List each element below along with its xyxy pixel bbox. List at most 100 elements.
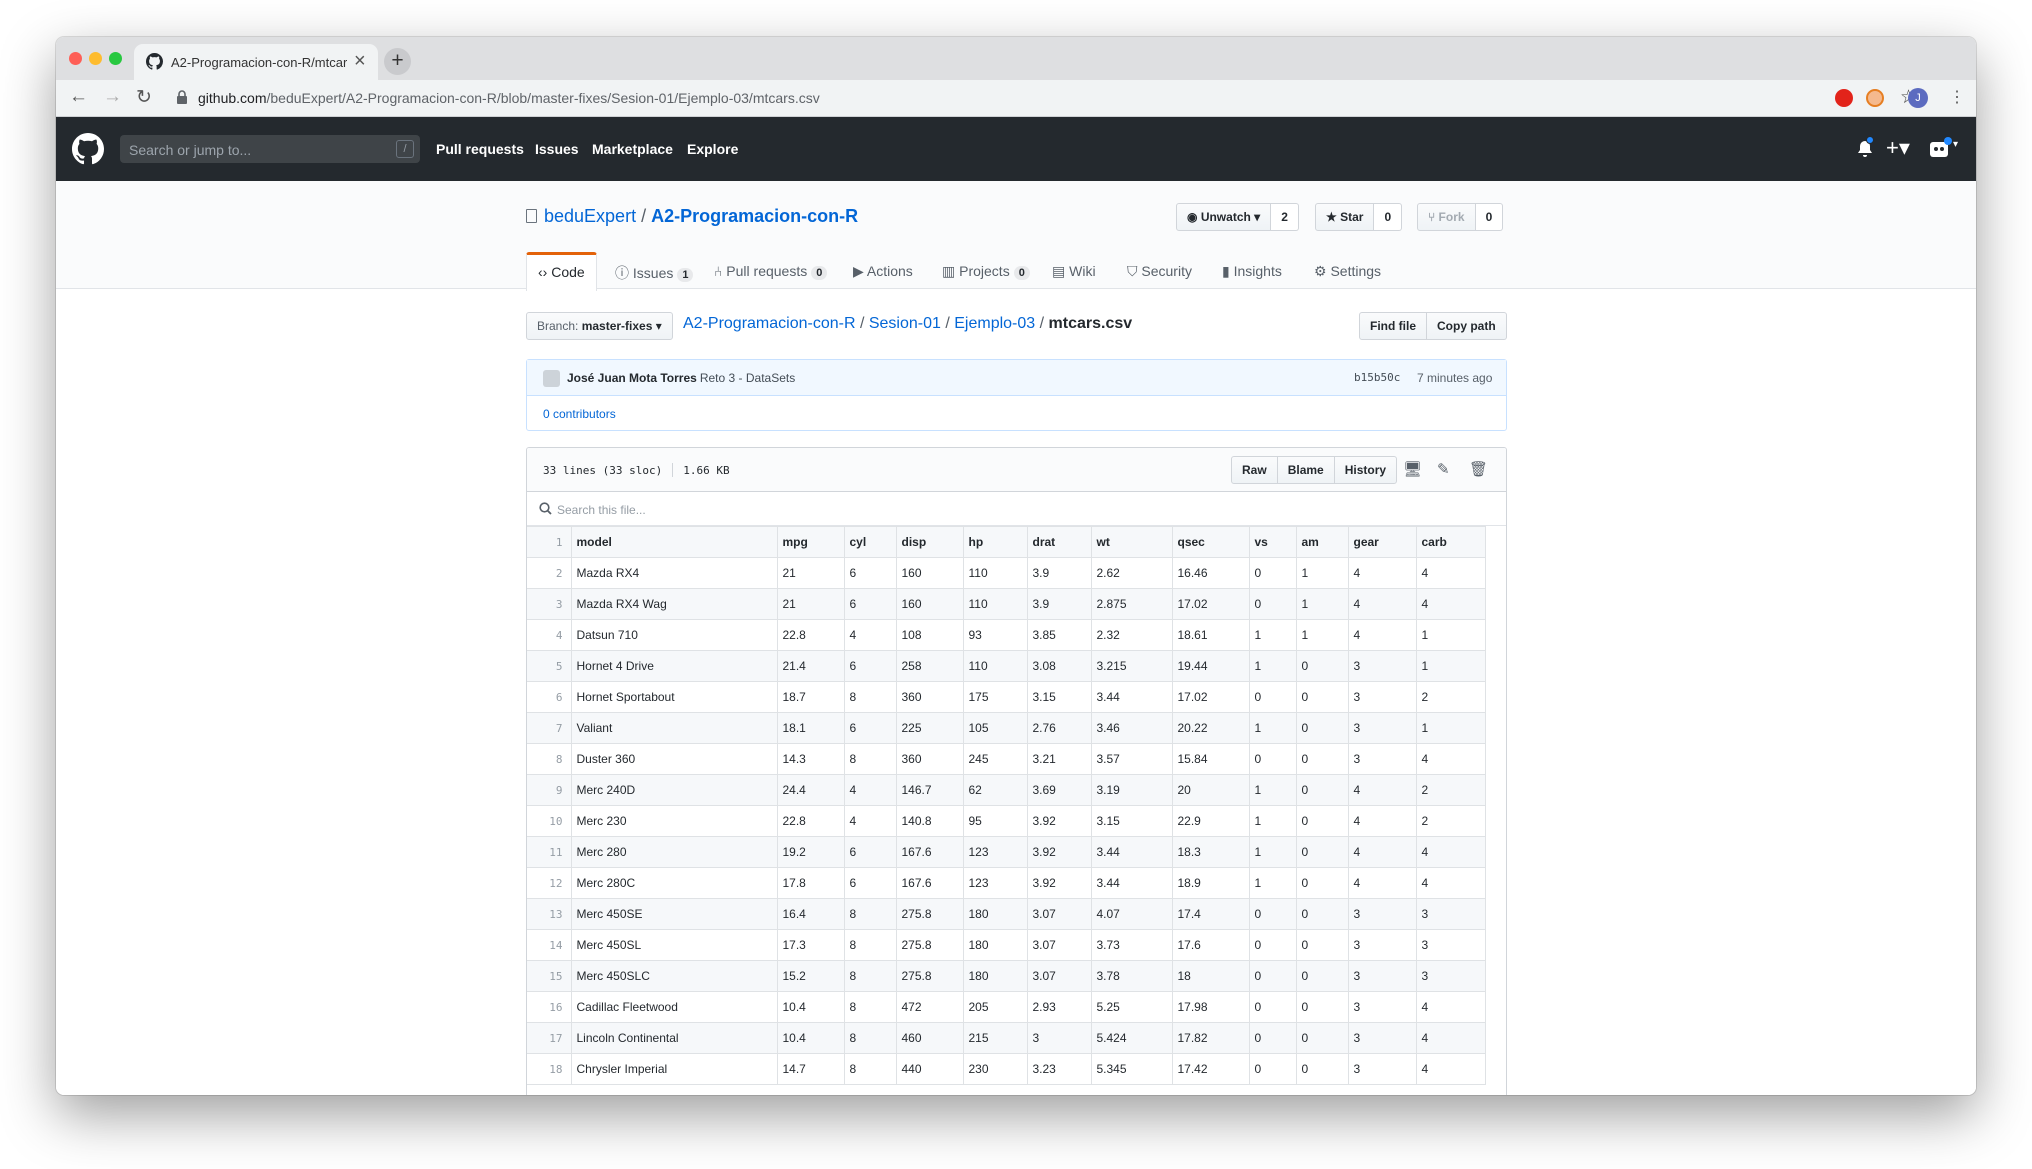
nav-explore[interactable]: Explore (687, 141, 738, 157)
table-cell: 1 (1248, 619, 1297, 651)
tab-wiki[interactable]: ▤ Wiki (1052, 252, 1096, 289)
fork-button[interactable]: ⑂ Fork (1417, 203, 1476, 231)
table-row: 7 Valiant 18.1 6 225 105 2.76 3.46 20.22 1 0 3 1 (527, 712, 1486, 744)
table-cell: 14.7 (776, 1053, 845, 1085)
table-cell: 110 (962, 588, 1028, 620)
line-number[interactable]: 10 (527, 805, 572, 837)
line-number[interactable]: 12 (527, 867, 572, 899)
repo-name-link[interactable]: A2-Programacion-con-R (651, 206, 858, 226)
copy-path-button[interactable]: Copy path (1427, 312, 1507, 340)
table-cell: 95 (962, 805, 1028, 837)
table-cell: 4 (1415, 991, 1486, 1023)
forward-arrow-icon[interactable]: → (103, 86, 122, 108)
column-header: hp (962, 526, 1028, 558)
line-number[interactable]: 4 (527, 619, 572, 651)
commit-tease: José Juan Mota Torres Reto 3 - DataSets b… (526, 359, 1507, 431)
tab-issues[interactable]: ⓘ Issues 1 (615, 252, 694, 289)
branch-selector[interactable]: Branch: master-fixes ▾ (526, 312, 673, 340)
table-cell: 0 (1295, 867, 1349, 899)
line-number[interactable]: 6 (527, 681, 572, 713)
tab-projects[interactable]: ▥ Projects 0 (942, 252, 1030, 289)
nav-pull-requests[interactable]: Pull requests (436, 141, 524, 157)
line-number[interactable]: 14 (527, 929, 572, 961)
commit-author[interactable]: José Juan Mota Torres (567, 371, 697, 385)
tab-pull-requests[interactable]: ⑃ Pull requests 0 (714, 252, 828, 289)
profile-avatar[interactable]: J (1908, 88, 1928, 108)
tab-code[interactable]: ‹› Code (526, 252, 597, 291)
line-number[interactable]: 8 (527, 743, 572, 775)
table-cell: 4 (843, 805, 897, 837)
line-number[interactable]: 9 (527, 774, 572, 806)
line-number[interactable]: 3 (527, 588, 572, 620)
plus-dropdown-icon[interactable]: +▾ (1886, 135, 1910, 161)
history-button[interactable]: History (1333, 456, 1398, 484)
browser-menu-icon[interactable]: ⋮ (1949, 87, 1965, 107)
new-tab-button[interactable]: + (384, 48, 411, 75)
file-nav-row: Branch: master-fixes ▾ A2-Programacion-c… (526, 312, 1507, 342)
close-window-button[interactable] (69, 52, 82, 65)
line-number[interactable]: 17 (527, 1022, 572, 1054)
minimize-window-button[interactable] (89, 52, 102, 65)
tab-security-label: Security (1141, 263, 1192, 279)
global-search-input[interactable]: Search or jump to... / (120, 135, 420, 163)
table-cell: 2.875 (1090, 588, 1173, 620)
commit-sha[interactable]: b15b50c (1354, 371, 1400, 384)
avatar-caret-icon[interactable]: ▾ (1953, 139, 1958, 150)
maximize-window-button[interactable] (109, 52, 122, 65)
table-cell: 0 (1295, 712, 1349, 744)
watch-button[interactable]: ◉ Unwatch ▾ (1176, 203, 1272, 231)
blame-button[interactable]: Blame (1276, 456, 1335, 484)
table-cell: 18.7 (776, 681, 845, 713)
reload-icon[interactable]: ↻ (136, 86, 152, 109)
star-count[interactable]: 0 (1374, 203, 1403, 231)
raw-button[interactable]: Raw (1231, 456, 1278, 484)
line-number[interactable]: 2 (527, 557, 572, 589)
nav-marketplace[interactable]: Marketplace (592, 141, 673, 157)
pencil-icon[interactable]: ✎ (1437, 460, 1450, 478)
contributors-link[interactable]: 0 contributors (543, 407, 616, 421)
line-number[interactable]: 16 (527, 991, 572, 1023)
line-number[interactable]: 11 (527, 836, 572, 868)
breadcrumb-ejemplo[interactable]: Ejemplo-03 (954, 315, 1035, 332)
github-header: Search or jump to... / Pull requests Iss… (56, 117, 1976, 181)
line-number[interactable]: 1 (527, 526, 572, 558)
table-cell: Merc 230 (570, 805, 778, 837)
line-number[interactable]: 18 (527, 1053, 572, 1085)
tab-security[interactable]: ⛉ Security (1127, 252, 1192, 289)
breadcrumb-sesion[interactable]: Sesion-01 (869, 315, 941, 332)
watch-count[interactable]: 2 (1271, 203, 1299, 231)
desktop-icon[interactable]: 🖥 (1403, 460, 1422, 478)
address-bar[interactable]: github.com/beduExpert/A2-Programacion-co… (168, 83, 1930, 113)
tab-insights[interactable]: ▮ Insights (1222, 252, 1282, 289)
breadcrumb-repo[interactable]: A2-Programacion-con-R (683, 315, 856, 332)
line-number[interactable]: 13 (527, 898, 572, 930)
trash-icon[interactable]: 🗑 (1469, 460, 1488, 478)
back-arrow-icon[interactable]: ← (69, 86, 88, 108)
author-avatar[interactable] (543, 370, 560, 387)
github-mark-icon[interactable] (72, 133, 104, 165)
tab-settings[interactable]: ⚙ Settings (1314, 252, 1381, 289)
file-search-input[interactable]: Search this file... (527, 492, 1506, 526)
shield-icon: ⛉ (1127, 263, 1142, 279)
browser-tab[interactable]: A2-Programacion-con-R/mtcars × (134, 44, 378, 80)
issue-icon: ⓘ (615, 265, 633, 281)
commit-message[interactable]: Reto 3 - DataSets (700, 371, 795, 385)
tab-actions[interactable]: ▶ Actions (853, 252, 913, 289)
commit-summary: José Juan Mota Torres Reto 3 - DataSets b… (527, 360, 1506, 396)
repo-owner-link[interactable]: beduExpert (544, 206, 636, 226)
fork-count[interactable]: 0 (1475, 203, 1504, 231)
extension-icon[interactable] (1866, 89, 1884, 107)
nav-issues[interactable]: Issues (535, 141, 579, 157)
line-number[interactable]: 15 (527, 960, 572, 992)
table-cell: 3.78 (1090, 960, 1173, 992)
table-cell: 3 (1347, 991, 1417, 1023)
line-number[interactable]: 5 (527, 650, 572, 682)
table-cell: 215 (962, 1022, 1028, 1054)
star-button[interactable]: ★ Star (1315, 203, 1375, 231)
line-number[interactable]: 7 (527, 712, 572, 744)
table-cell: Mazda RX4 (570, 557, 778, 589)
close-tab-icon[interactable]: × (354, 50, 366, 73)
table-cell: 2.76 (1026, 712, 1092, 744)
opera-extension-icon[interactable] (1835, 89, 1853, 107)
find-file-button[interactable]: Find file (1359, 312, 1427, 340)
